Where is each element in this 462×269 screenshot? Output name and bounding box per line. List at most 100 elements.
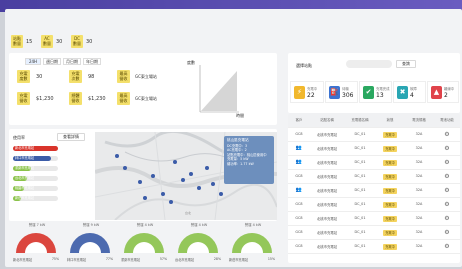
gauge-card: 營運 4 kW 4 kW 台北市充電站 28% (173, 222, 223, 266)
status-title: 離線中 (444, 87, 455, 91)
table-row[interactable]: 👥 北桃市充電站 DC_01 充電中 32A ⚙ (288, 141, 460, 156)
gear-icon[interactable]: ⚙ (444, 215, 449, 222)
tab-month[interactable]: 月日期 (63, 58, 81, 65)
mini-chart-y-label: 度數 (187, 60, 195, 65)
map-popup: 桃山區充電站 DC充電中：3 AC充電中：2 站點充電中：桃山區使用中 充電量：… (224, 136, 274, 184)
map-popup-title: 桃山區充電站 (227, 138, 249, 142)
status-value: 22 (307, 92, 315, 99)
settings-cell[interactable]: ⚙ (434, 169, 460, 184)
table-row[interactable]: GC8 北桃市充電站 DC_01 充電中 32A ⚙ (288, 127, 460, 142)
table-row[interactable]: 👥 北桃市充電站 DC_01 充電中 32A ⚙ (288, 155, 460, 170)
summary-card: 24H 週日期 月日期 年日期 充電 度數 30 充電 次數 98 最高 營收 … (9, 53, 277, 125)
charger-name-cell: DC_01 (344, 197, 376, 212)
stat-value-ac: 30 (56, 39, 63, 45)
gauge-row: 營運 7 kW 7 kW 新北市充電站 75% 營運 9 kW 9 kW 林口市充電站 77%… (9, 222, 277, 266)
svg-text:台北: 台北 (185, 210, 191, 215)
charger-name-cell: DC_01 (344, 225, 376, 240)
gear-icon[interactable]: ⚙ (444, 173, 449, 180)
customer-cell: GC8 (288, 225, 310, 240)
settings-cell[interactable]: ⚙ (434, 183, 460, 198)
status-title: 充電完成 (376, 87, 390, 91)
status-card-complete[interactable]: ✔ 充電完成 13 (359, 81, 392, 103)
station-name-cell: 北桃市充電站 (310, 211, 344, 226)
column-header[interactable]: 電池功能 (434, 113, 460, 128)
status-card-idle[interactable]: ⛽ 待機 306 (325, 81, 358, 103)
settings-cell[interactable]: ⚙ (434, 197, 460, 212)
tab-year[interactable]: 年日期 (83, 58, 101, 65)
usage-bar: 台北市充電站 (13, 176, 58, 181)
stat-label-ac: AC 數量 (41, 35, 53, 48)
settings-cell[interactable]: ⚙ (434, 155, 460, 170)
station-name-cell: 北桃市充電站 (310, 225, 344, 240)
status-value: 13 (376, 92, 384, 99)
status-value: 2 (444, 92, 448, 99)
summary-value-total-revenue: $1,230 (88, 96, 106, 102)
gauge-center-label: 9 kW (85, 244, 95, 248)
column-header[interactable]: 客戶 (288, 113, 310, 128)
usage-bar-label: 重慶市充電站 (15, 166, 35, 170)
tab-week[interactable]: 週日期 (43, 58, 61, 65)
gauge-station-name: 台北市充電站 (175, 258, 195, 262)
gauge-arc (16, 233, 56, 253)
gear-icon[interactable]: ⚙ (444, 131, 449, 138)
current-cell: 32A (404, 141, 434, 156)
column-header[interactable]: 狀態 (376, 113, 404, 128)
fault-icon: ✖ (397, 86, 408, 99)
summary-value-top-revenue: GC東立場站 (135, 74, 157, 79)
status-cell: 充電中 (376, 155, 404, 170)
gear-icon[interactable]: ⚙ (444, 187, 449, 194)
stat-value-sites: 15 (26, 39, 33, 45)
map-panel-title: 使用率 (13, 135, 25, 140)
status-card-fault[interactable]: ✖ 故障 4 (393, 81, 426, 103)
status-card-charging[interactable]: ⚡ 充電中 22 (290, 81, 324, 103)
gear-icon[interactable]: ⚙ (444, 243, 449, 250)
customer-cell: 👥 (288, 155, 310, 170)
station-name-cell: 北桃市充電站 (310, 197, 344, 212)
status-cell: 充電中 (376, 211, 404, 226)
summary-value-energy: 30 (36, 74, 43, 80)
status-value: 306 (342, 92, 354, 99)
column-header[interactable]: 站點名稱 (310, 113, 344, 128)
site-search-input[interactable] (346, 60, 392, 68)
column-header[interactable]: 充電樁名稱 (344, 113, 376, 128)
lightning-icon: ⚡ (294, 86, 305, 99)
column-header[interactable]: 電流規格 (404, 113, 434, 128)
view-details-button[interactable]: 查看詳情 (57, 133, 85, 141)
tab-24h[interactable]: 24H (25, 58, 41, 65)
table-row[interactable]: 👥 北桃市充電站 DC_01 充電中 32A ⚙ (288, 183, 460, 198)
gear-icon[interactable]: ⚙ (444, 159, 449, 166)
settings-cell[interactable]: ⚙ (434, 211, 460, 226)
settings-cell[interactable]: ⚙ (434, 127, 460, 142)
charger-name-cell: DC_01 (344, 169, 376, 184)
table-row[interactable]: GC8 北桃市充電站 DC_01 充電中 32A ⚙ (288, 239, 460, 254)
table-row[interactable]: GC8 北桃市充電站 DC_01 充電中 32A ⚙ (288, 197, 460, 212)
summary-label-charge-revenue: 充電 營收 (17, 92, 30, 105)
status-badge: 充電中 (383, 201, 397, 208)
table-row[interactable]: GC8 北桃市充電站 DC_01 充電中 32A ⚙ (288, 169, 460, 184)
settings-cell[interactable]: ⚙ (434, 239, 460, 254)
status-cell: 充電中 (376, 169, 404, 184)
users-icon: 👥 (295, 187, 303, 193)
table-row[interactable]: GC8 北桃市充電站 DC_01 充電中 32A ⚙ (288, 211, 460, 226)
dashboard-screen: 站點 數量 15 AC 數量 30 DC 數量 30 24H 週日期 月日期 年… (5, 9, 462, 267)
summary-value-charge-revenue: $1,230 (36, 96, 54, 102)
summary-label-energy: 充電 度數 (17, 70, 30, 83)
gauge-station-name: 新北市充電站 (13, 258, 33, 262)
status-badge: 充電中 (383, 173, 397, 180)
settings-cell[interactable]: ⚙ (434, 141, 460, 156)
charger-name-cell: DC_01 (344, 141, 376, 156)
gear-icon[interactable]: ⚙ (444, 229, 449, 236)
usage-bar: 重慶市充電站 (13, 166, 58, 171)
table-header-row: 客戶 站點名稱 充電樁名稱 狀態 電流規格 電池功能 (288, 113, 460, 128)
settings-cell[interactable]: ⚙ (434, 225, 460, 240)
gear-icon[interactable]: ⚙ (444, 201, 449, 208)
current-cell: 32A (404, 155, 434, 170)
gear-icon[interactable]: ⚙ (444, 145, 449, 152)
gauge-percent: 57% (159, 257, 167, 261)
usage-bar-label: 林口市充電站 (15, 156, 35, 160)
search-button[interactable]: 查詢 (396, 60, 416, 68)
table-row[interactable]: GC8 北桃市充電站 DC_01 充電中 32A ⚙ (288, 225, 460, 240)
status-card-offline[interactable]: ▲ 離線中 2 (427, 81, 459, 103)
charger-name-cell: DC_01 (344, 211, 376, 226)
customer-cell: GC8 (288, 169, 310, 184)
